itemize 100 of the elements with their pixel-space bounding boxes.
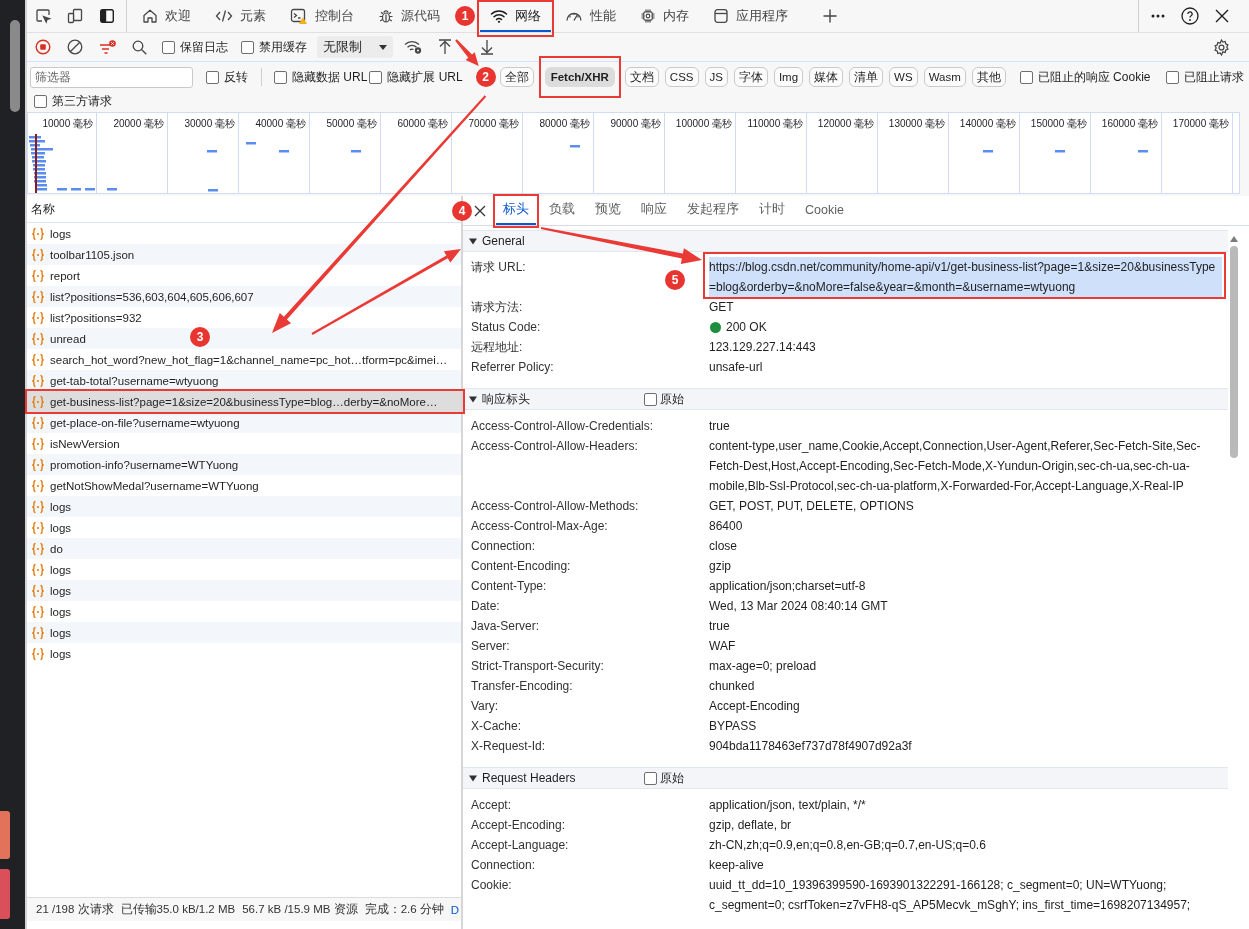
type-filter-chip[interactable]: CSS [664,67,699,87]
detail-tab[interactable]: 响应 [634,196,674,225]
request-row[interactable]: logs [27,645,75,662]
request-row[interactable]: logs [27,582,75,599]
checkbox[interactable] [644,771,657,785]
panel-tab[interactable]: 源代码 [368,2,450,32]
wifi-gear-icon[interactable] [403,39,423,55]
inspect-icon[interactable] [35,8,51,24]
checkbox[interactable] [34,95,47,108]
detail-tab[interactable]: 预览 [588,196,628,225]
scroll-up-icon[interactable] [1230,236,1238,242]
more-icon[interactable] [1151,14,1165,18]
type-filter-chip[interactable]: 文档 [624,67,659,87]
panel-tab[interactable]: 性能 [555,2,626,32]
type-filter-chip[interactable]: Fetch/XHR [544,67,615,87]
request-bar [983,150,993,153]
filter-icon[interactable] [98,39,116,55]
filter-input[interactable]: 筛选器 [30,66,193,88]
header-name: Accept-Language: [471,838,569,852]
request-row[interactable]: do [27,540,66,557]
type-filter-chip[interactable]: 全部 [499,67,534,87]
request-row[interactable]: get-tab-total?username=wtyuong [27,372,222,389]
detail-tab[interactable]: 负载 [542,196,582,225]
request-row[interactable]: isNewVersion [27,435,123,452]
type-filter-chip[interactable]: 其他 [971,67,1006,87]
detail-tab[interactable]: 标头 [496,196,536,225]
section-header[interactable]: 响应标头 原始 [463,388,1228,410]
request-row[interactable]: getNotShowMedal?username=WTYuong [27,477,262,494]
time-tick-label: 150000 毫秒 [1030,118,1087,130]
close-icon[interactable] [474,204,486,217]
header-value: BYPASS [709,718,757,735]
request-row[interactable]: logs [27,498,75,515]
type-filter-chip[interactable]: JS [704,67,728,87]
dock-side-icon[interactable] [99,8,115,24]
checkbox[interactable] [1019,70,1033,84]
panel-tab[interactable]: 欢迎 [132,2,201,32]
type-filter-chip[interactable]: 媒体 [809,67,844,87]
request-row[interactable]: list?positions=932 [27,309,145,326]
checkbox[interactable] [369,70,383,84]
section-header[interactable]: General [463,230,1228,252]
window-icon [713,8,729,24]
panel-tab[interactable]: 应用程序 [703,2,798,32]
request-row[interactable]: toolbar1105.json [27,246,138,263]
request-row[interactable]: search_hot_word?new_hot_flag=1&channel_name=pc_hot…tform=pc&imei… [27,351,451,368]
download-icon[interactable] [480,39,494,55]
panel-tab[interactable]: 元素 [205,2,276,32]
request-row[interactable]: unread [27,330,89,347]
header-value: content-type,user_name,Cookie,Accept,Connection,User-Agent,Referer,Sec-Fetch-Site,Sec-Fetch-Dest,Host,Accept-Encoding,Sec-Fetch-Mode,X-Yundun-Origin,sec-ch-ua,sec-ch-ua-mobile,Blb-Ssl-Protocol,sec-ch-ua-platform,X-Forwarded-For,Accept-Language,X-Real-IP [709,438,1202,495]
panel-tab[interactable]: 网络 [480,2,551,32]
checkbox[interactable] [162,40,175,54]
type-filter-chip[interactable]: 清单 [849,67,884,87]
detail-tab[interactable]: 计时 [752,196,792,225]
device-icon[interactable] [67,8,83,24]
checkbox[interactable] [274,70,287,84]
panel-tab[interactable]: 控制台 [280,2,364,32]
close-icon[interactable] [1215,9,1229,23]
braces-icon [31,310,45,325]
section-title: Request Headers [482,771,576,785]
request-row[interactable]: report [27,267,84,284]
scrollbar-thumb[interactable] [1230,246,1238,458]
request-row[interactable]: logs [27,561,75,578]
header-value: close [709,538,737,555]
clear-icon[interactable] [67,39,83,55]
detail-tab[interactable]: 发起程序 [680,196,746,225]
upload-icon[interactable] [438,39,452,55]
request-row[interactable]: get-place-on-file?username=wtyuong [27,414,243,431]
help-icon[interactable] [1181,7,1199,25]
type-filter-chip[interactable]: WS [889,67,918,87]
panel-tab[interactable]: 内存 [630,2,699,32]
scrollbar-thumb[interactable] [10,20,20,112]
request-row[interactable]: logs [27,624,75,641]
checkbox[interactable] [206,70,219,84]
detail-tab[interactable]: Cookie [798,196,851,225]
header-value: keep-alive [709,857,764,874]
throttling-dropdown[interactable]: 无限制 [317,36,393,58]
timeline-overview[interactable]: 10000 毫秒 20000 毫秒 30000 毫秒 40000 毫秒 50000 毫秒 60000 毫秒 70000 毫秒 80000 毫秒 90000 毫秒 100000 毫秒 110000 毫秒 120000 毫秒 130000 毫秒 140000 毫秒 150000 毫秒 160000 毫秒 170000 毫秒 [27,112,1240,194]
record-icon[interactable] [35,39,51,55]
step-number-badge: 2 [475,67,496,87]
request-row[interactable]: list?positions=536,603,604,605,606,607 [27,288,257,305]
type-filter-chip[interactable]: 字体 [733,67,768,87]
request-row[interactable]: promotion-info?username=WTYuong [27,456,242,473]
request-row[interactable]: logs [27,225,75,242]
search-icon[interactable] [131,39,147,55]
type-filter-chip[interactable]: Img [773,67,804,87]
header-value: GET, POST, PUT, DELETE, OPTIONS [709,498,914,515]
request-row[interactable]: logs [27,603,75,620]
checkbox[interactable] [241,40,254,54]
column-header[interactable]: 名称 [31,200,55,218]
braces-icon [31,268,45,283]
request-row[interactable]: get-business-list?page=1&size=20&businessType=blog…derby=&noMore… [27,391,461,412]
section-title: General [482,234,525,248]
plus-icon[interactable] [822,8,838,24]
braces-icon [31,625,45,640]
checkbox[interactable] [644,392,657,406]
header-name: 请求 URL: [471,260,526,274]
request-row[interactable]: logs [27,519,75,536]
type-filter-chip[interactable]: Wasm [923,67,966,87]
section-header[interactable]: Request Headers 原始 [463,767,1228,789]
settings-icon[interactable] [1212,38,1230,56]
checkbox[interactable] [1166,70,1180,84]
